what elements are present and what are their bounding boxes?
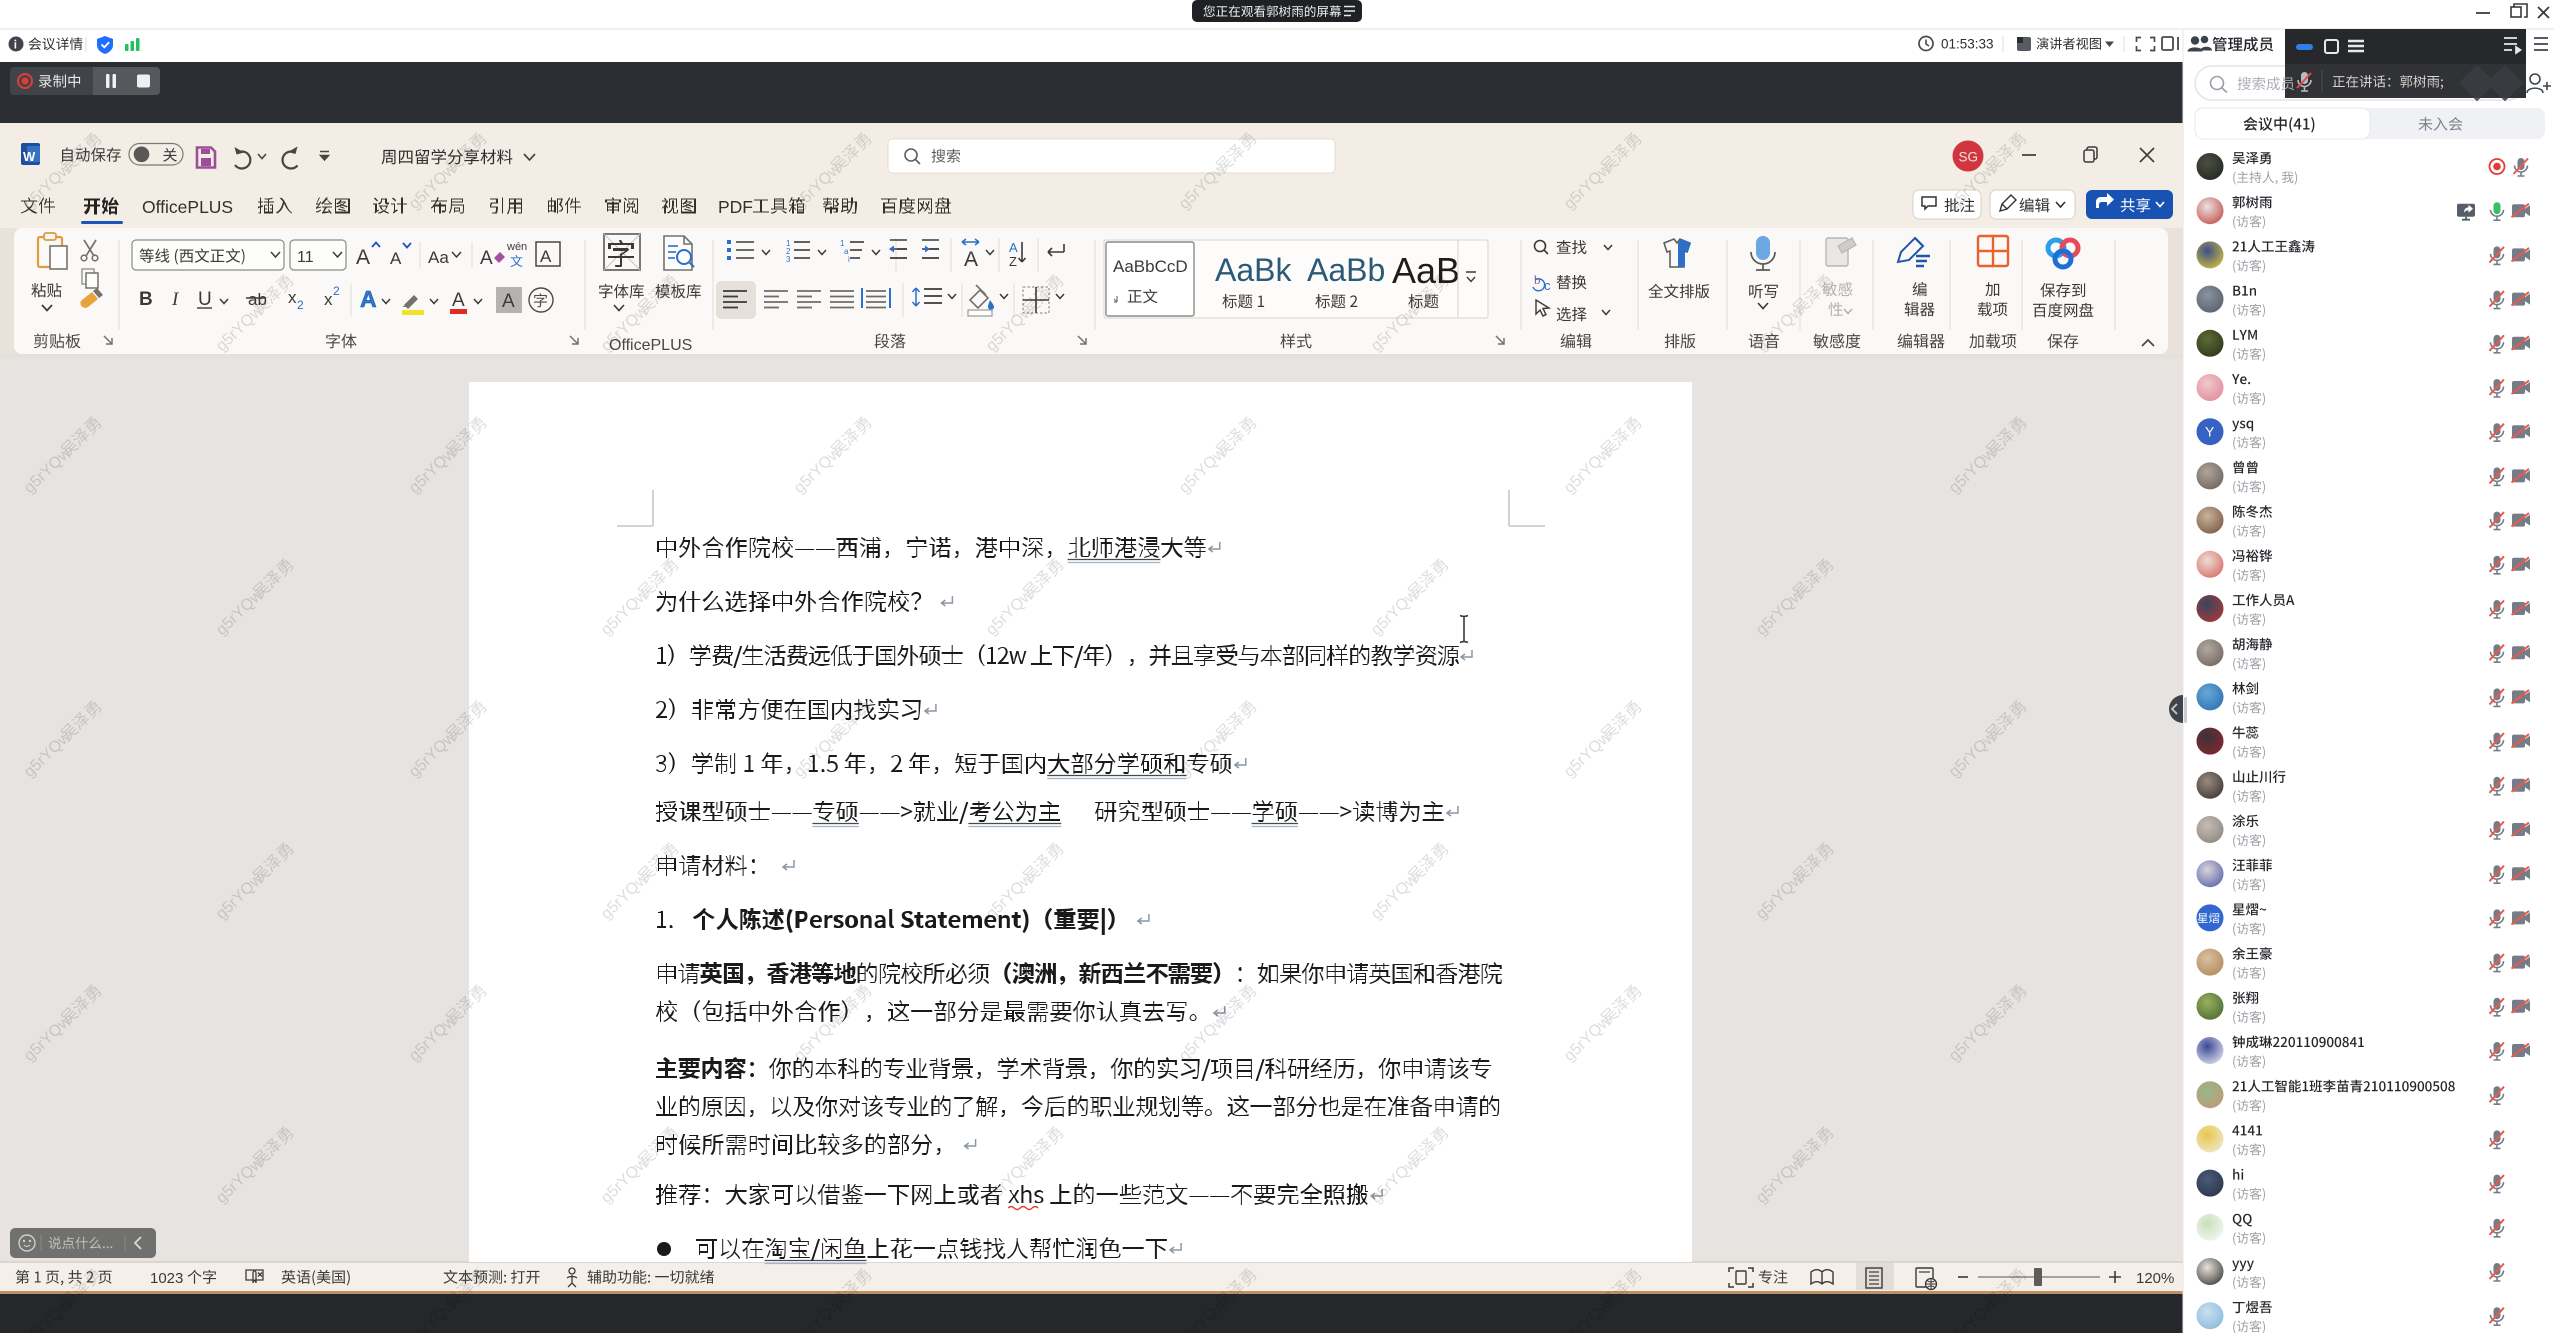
svg-text:SG: SG	[1959, 150, 1979, 165]
svg-text:Aa: Aa	[428, 248, 449, 267]
svg-text:B: B	[139, 289, 153, 310]
svg-text:x: x	[324, 290, 333, 309]
svg-text:A: A	[480, 248, 493, 269]
svg-text:AaBk: AaBk	[1215, 252, 1292, 288]
svg-text:i: i	[848, 255, 850, 264]
svg-text:wén: wén	[506, 241, 527, 253]
svg-text:U: U	[198, 289, 212, 310]
svg-text:2: 2	[333, 284, 340, 298]
svg-text:x: x	[288, 288, 297, 307]
svg-text:AaBbCcD: AaBbCcD	[1113, 257, 1188, 276]
svg-text:Z: Z	[1009, 254, 1017, 269]
svg-text:Y: Y	[2205, 424, 2215, 440]
svg-text:W: W	[23, 149, 36, 164]
svg-text:A: A	[390, 249, 402, 268]
svg-text:OfficePLUS: OfficePLUS	[142, 197, 233, 217]
svg-text:A: A	[502, 291, 515, 312]
svg-text:A: A	[540, 247, 552, 266]
svg-text:11: 11	[297, 249, 314, 266]
svg-text:120%: 120%	[2136, 1270, 2174, 1287]
svg-text:AaBb: AaBb	[1307, 252, 1385, 288]
svg-text:AaB: AaB	[1392, 250, 1460, 291]
svg-text:PDF: PDF	[718, 197, 753, 217]
svg-text:2: 2	[297, 298, 304, 312]
svg-text:1023: 1023	[150, 1270, 183, 1287]
svg-text:01:53:33: 01:53:33	[1941, 37, 1994, 52]
svg-text:A: A	[452, 290, 465, 311]
svg-text:3: 3	[786, 255, 791, 264]
svg-text:A: A	[1009, 240, 1018, 255]
svg-text:A: A	[360, 286, 377, 312]
svg-text:A: A	[356, 246, 370, 269]
svg-text:A: A	[964, 248, 978, 271]
